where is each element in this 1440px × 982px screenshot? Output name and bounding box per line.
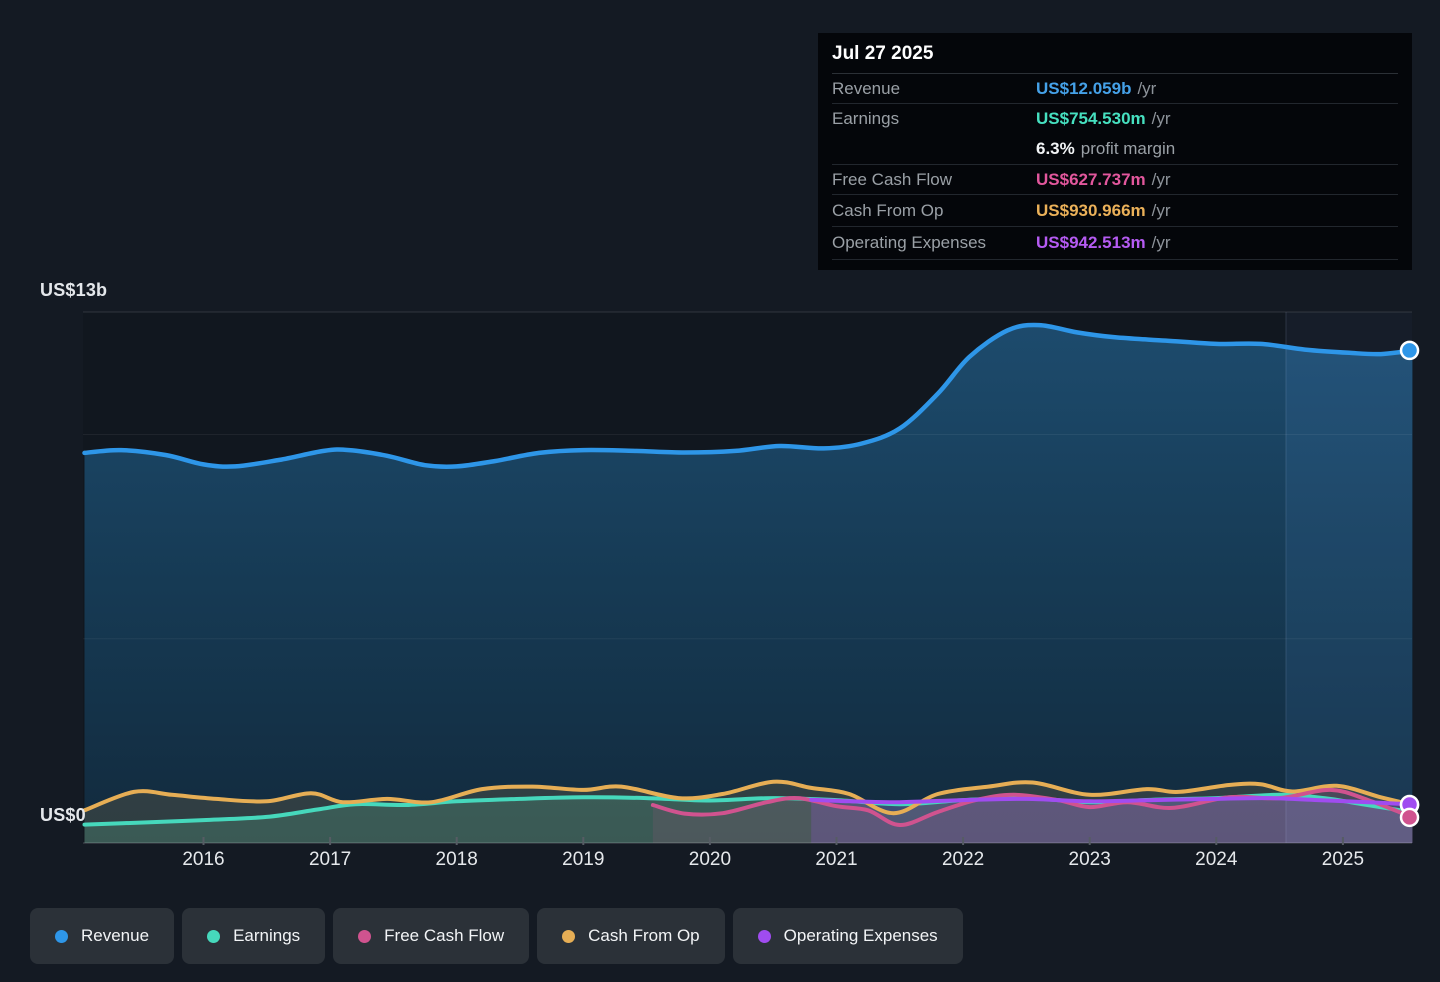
tooltip-row-revenue: Revenue US$12.059b /yr bbox=[832, 74, 1398, 104]
tooltip-suffix: /yr bbox=[1152, 233, 1171, 253]
tooltip-row-cash-from-op: Cash From Op US$930.966m /yr bbox=[832, 195, 1398, 227]
tooltip-row-profit-margin: 6.3% profit margin bbox=[832, 133, 1398, 165]
profit-margin-value: 6.3% bbox=[1036, 139, 1075, 159]
legend-item-cash-from-op[interactable]: Cash From Op bbox=[537, 908, 724, 964]
tooltip-value: US$930.966m bbox=[1036, 201, 1146, 221]
x-axis-label-2017: 2017 bbox=[309, 849, 351, 871]
tooltip-value: US$754.530m bbox=[1036, 109, 1146, 129]
tooltip-date: Jul 27 2025 bbox=[832, 33, 1398, 74]
tooltip-row-free-cash-flow: Free Cash Flow US$627.737m /yr bbox=[832, 165, 1398, 195]
x-axis-label-2020: 2020 bbox=[689, 849, 731, 871]
x-axis-label-2024: 2024 bbox=[1195, 849, 1237, 871]
profit-margin-text: profit margin bbox=[1081, 139, 1175, 159]
tooltip-row-earnings: Earnings US$754.530m /yr bbox=[832, 104, 1398, 133]
x-axis-label-2022: 2022 bbox=[942, 849, 984, 871]
tooltip-label: Earnings bbox=[832, 109, 1036, 129]
tooltip-value: US$12.059b bbox=[1036, 79, 1131, 99]
x-axis-label-2023: 2023 bbox=[1069, 849, 1111, 871]
cash-from-op-dot-icon bbox=[562, 930, 575, 943]
legend-label: Revenue bbox=[81, 926, 149, 946]
tooltip-value: US$627.737m bbox=[1036, 170, 1146, 190]
tooltip-suffix: /yr bbox=[1137, 79, 1156, 99]
y-axis-label-top: US$13b bbox=[40, 280, 107, 301]
tooltip-suffix: /yr bbox=[1152, 109, 1171, 129]
legend-item-revenue[interactable]: Revenue bbox=[30, 908, 174, 964]
legend-label: Free Cash Flow bbox=[384, 926, 504, 946]
legend-label: Operating Expenses bbox=[784, 926, 938, 946]
tooltip-label: Operating Expenses bbox=[832, 233, 1036, 253]
tooltip-suffix: /yr bbox=[1152, 201, 1171, 221]
earnings-dot-icon bbox=[207, 930, 220, 943]
legend-label: Cash From Op bbox=[588, 926, 699, 946]
tooltip-value: US$942.513m bbox=[1036, 233, 1146, 253]
x-axis-label-2021: 2021 bbox=[815, 849, 857, 871]
free-cash-flow-dot-icon bbox=[358, 930, 371, 943]
legend-item-earnings[interactable]: Earnings bbox=[182, 908, 325, 964]
tooltip-label: Free Cash Flow bbox=[832, 170, 1036, 190]
legend-item-operating-expenses[interactable]: Operating Expenses bbox=[733, 908, 963, 964]
legend-item-free-cash-flow[interactable]: Free Cash Flow bbox=[333, 908, 529, 964]
tooltip-row-operating-expenses: Operating Expenses US$942.513m /yr bbox=[832, 227, 1398, 260]
x-axis-label-2019: 2019 bbox=[562, 849, 604, 871]
chart-tooltip: Jul 27 2025 Revenue US$12.059b /yr Earni… bbox=[818, 33, 1412, 270]
x-axis-label-2018: 2018 bbox=[436, 849, 478, 871]
x-axis-label-2025: 2025 bbox=[1322, 849, 1364, 871]
chart-legend: Revenue Earnings Free Cash Flow Cash Fro… bbox=[30, 908, 963, 964]
tooltip-label: Cash From Op bbox=[832, 201, 1036, 221]
tooltip-suffix: /yr bbox=[1152, 170, 1171, 190]
tooltip-label: Revenue bbox=[832, 79, 1036, 99]
revenue-dot-icon bbox=[55, 930, 68, 943]
operating-expenses-dot-icon bbox=[758, 930, 771, 943]
y-axis-label-zero: US$0 bbox=[40, 805, 86, 826]
legend-label: Earnings bbox=[233, 926, 300, 946]
x-axis-label-2016: 2016 bbox=[182, 849, 224, 871]
